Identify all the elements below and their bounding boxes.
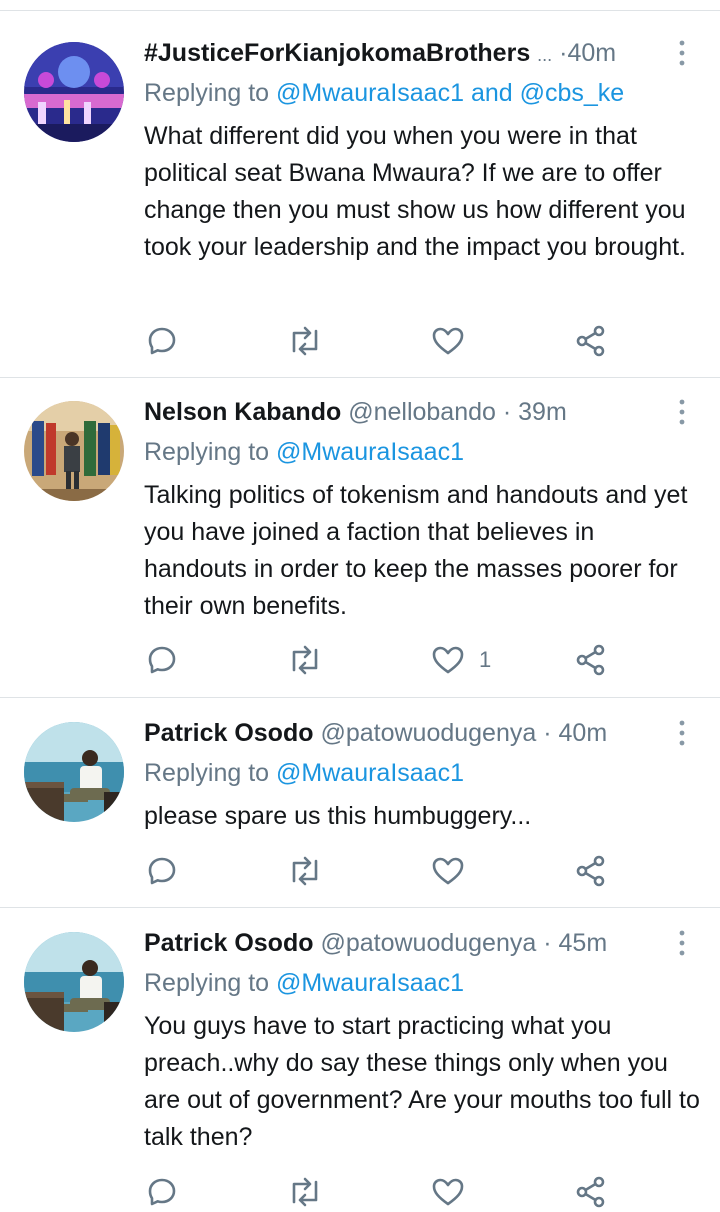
share-icon — [576, 855, 605, 887]
username[interactable]: @nellobando — [348, 398, 496, 426]
replying-to-line: Replying to @MwauraIsaac1 — [144, 435, 464, 469]
timestamp[interactable]: 45m — [559, 929, 608, 957]
action-bar: 1 — [0, 640, 720, 680]
dot-separator: · — [502, 398, 512, 426]
replying-to-line: Replying to @MwauraIsaac1 — [144, 756, 464, 790]
heart-icon — [432, 857, 464, 885]
mention-link[interactable]: @MwauraIsaac1 — [276, 438, 464, 466]
tweet-text: What different did you when you were in … — [144, 122, 687, 261]
top-divider — [0, 10, 720, 11]
share-button[interactable] — [575, 1172, 607, 1212]
action-bar — [0, 321, 720, 361]
more-vertical-icon — [679, 930, 685, 956]
reply-icon — [148, 1178, 176, 1206]
avatar-flags-image — [24, 401, 124, 501]
more-options-button[interactable] — [670, 716, 694, 750]
share-icon — [576, 644, 605, 676]
avatar[interactable] — [24, 932, 124, 1032]
tweet-4[interactable]: Patrick Osodo @patowuodugenya · 45m Repl… — [0, 926, 720, 1208]
share-button[interactable] — [575, 640, 607, 680]
replying-to-label: Replying to — [144, 438, 270, 466]
avatar-seaside-image — [24, 722, 124, 822]
retweet-icon — [292, 645, 318, 675]
tweet-header: Nelson Kabando @nellobando · 39m — [144, 395, 567, 429]
retweet-button[interactable] — [286, 1172, 324, 1212]
heart-icon — [432, 646, 464, 674]
retweet-button[interactable] — [286, 851, 324, 891]
action-bar — [0, 1172, 720, 1212]
share-icon — [576, 325, 605, 357]
tweet-3[interactable]: Patrick Osodo @patowuodugenya · 40m Repl… — [0, 716, 720, 906]
avatar[interactable] — [24, 42, 124, 142]
tweet-1[interactable]: #JusticeForKianjokomaBrothers ... ·40m R… — [0, 36, 720, 376]
mention-link[interactable]: @MwauraIsaac1 — [276, 759, 464, 787]
mention-joiner[interactable]: and — [471, 79, 513, 107]
tweet-header: Patrick Osodo @patowuodugenya · 40m — [144, 716, 607, 750]
mention-link[interactable]: @MwauraIsaac1 — [276, 969, 464, 997]
replying-to-label: Replying to — [144, 759, 270, 787]
avatar[interactable] — [24, 401, 124, 501]
like-button[interactable] — [431, 1172, 479, 1212]
tweet-header: #JusticeForKianjokomaBrothers ... ·40m — [144, 36, 616, 72]
dot-separator: · — [543, 719, 552, 747]
avatar-stage-image — [24, 42, 124, 142]
more-options-button[interactable] — [670, 926, 694, 960]
reply-button[interactable] — [146, 1172, 178, 1212]
tweet-divider — [0, 907, 720, 908]
like-button[interactable]: 1 — [431, 640, 491, 680]
display-name[interactable]: Patrick Osodo — [144, 929, 314, 957]
reply-button[interactable] — [146, 640, 178, 680]
reply-icon — [148, 857, 176, 885]
tweet-divider — [0, 377, 720, 378]
more-vertical-icon — [679, 399, 685, 425]
retweet-button[interactable] — [286, 640, 324, 680]
replying-to-line: Replying to @MwauraIsaac1 — [144, 966, 464, 1000]
replying-to-line: Replying to @MwauraIsaac1 and @cbs_ke — [144, 76, 624, 110]
display-name[interactable]: Patrick Osodo — [144, 719, 314, 747]
timestamp[interactable]: 39m — [518, 398, 567, 426]
like-count: 1 — [479, 647, 492, 672]
dot-separator: · — [543, 929, 552, 957]
tweet-text: Talking politics of tokenism and handout… — [144, 481, 688, 620]
retweet-icon — [292, 1177, 318, 1207]
action-bar — [0, 851, 720, 891]
retweet-icon — [292, 856, 318, 886]
mention-link[interactable]: @cbs_ke — [520, 79, 625, 107]
reply-button[interactable] — [146, 851, 178, 891]
avatar-seaside-image — [24, 932, 124, 1032]
tweet-divider — [0, 697, 720, 698]
retweet-icon — [292, 326, 318, 356]
more-vertical-icon — [679, 720, 685, 746]
username[interactable]: @patowuodugenya — [320, 719, 536, 747]
like-button[interactable] — [431, 321, 479, 361]
username[interactable]: @patowuodugenya — [320, 929, 536, 957]
like-button[interactable] — [431, 851, 479, 891]
mention-link[interactable]: @MwauraIsaac1 — [276, 79, 464, 107]
retweet-button[interactable] — [286, 321, 324, 361]
avatar[interactable] — [24, 722, 124, 822]
display-name[interactable]: #JusticeForKianjokomaBrothers — [144, 39, 530, 67]
share-icon — [576, 1176, 605, 1208]
heart-icon — [432, 327, 464, 355]
share-button[interactable] — [575, 851, 607, 891]
reply-icon — [148, 646, 176, 674]
replying-to-label: Replying to — [144, 79, 270, 107]
timestamp[interactable]: 40m — [567, 39, 616, 67]
more-vertical-icon — [679, 40, 685, 66]
heart-icon — [432, 1178, 464, 1206]
reply-icon — [148, 327, 176, 355]
tweet-text: please spare us this humbuggery... — [144, 802, 532, 830]
share-button[interactable] — [575, 321, 607, 361]
reply-button[interactable] — [146, 321, 178, 361]
more-options-button[interactable] — [670, 395, 694, 429]
timestamp[interactable]: 40m — [559, 719, 608, 747]
replying-to-label: Replying to — [144, 969, 270, 997]
display-name[interactable]: Nelson Kabando — [144, 398, 341, 426]
tweet-header: Patrick Osodo @patowuodugenya · 45m — [144, 926, 607, 960]
more-options-button[interactable] — [670, 36, 694, 70]
tweet-text: You guys have to start practicing what y… — [144, 1012, 700, 1151]
name-truncation: ... — [537, 45, 553, 65]
tweet-2[interactable]: Nelson Kabando @nellobando · 39m Replyin… — [0, 395, 720, 695]
